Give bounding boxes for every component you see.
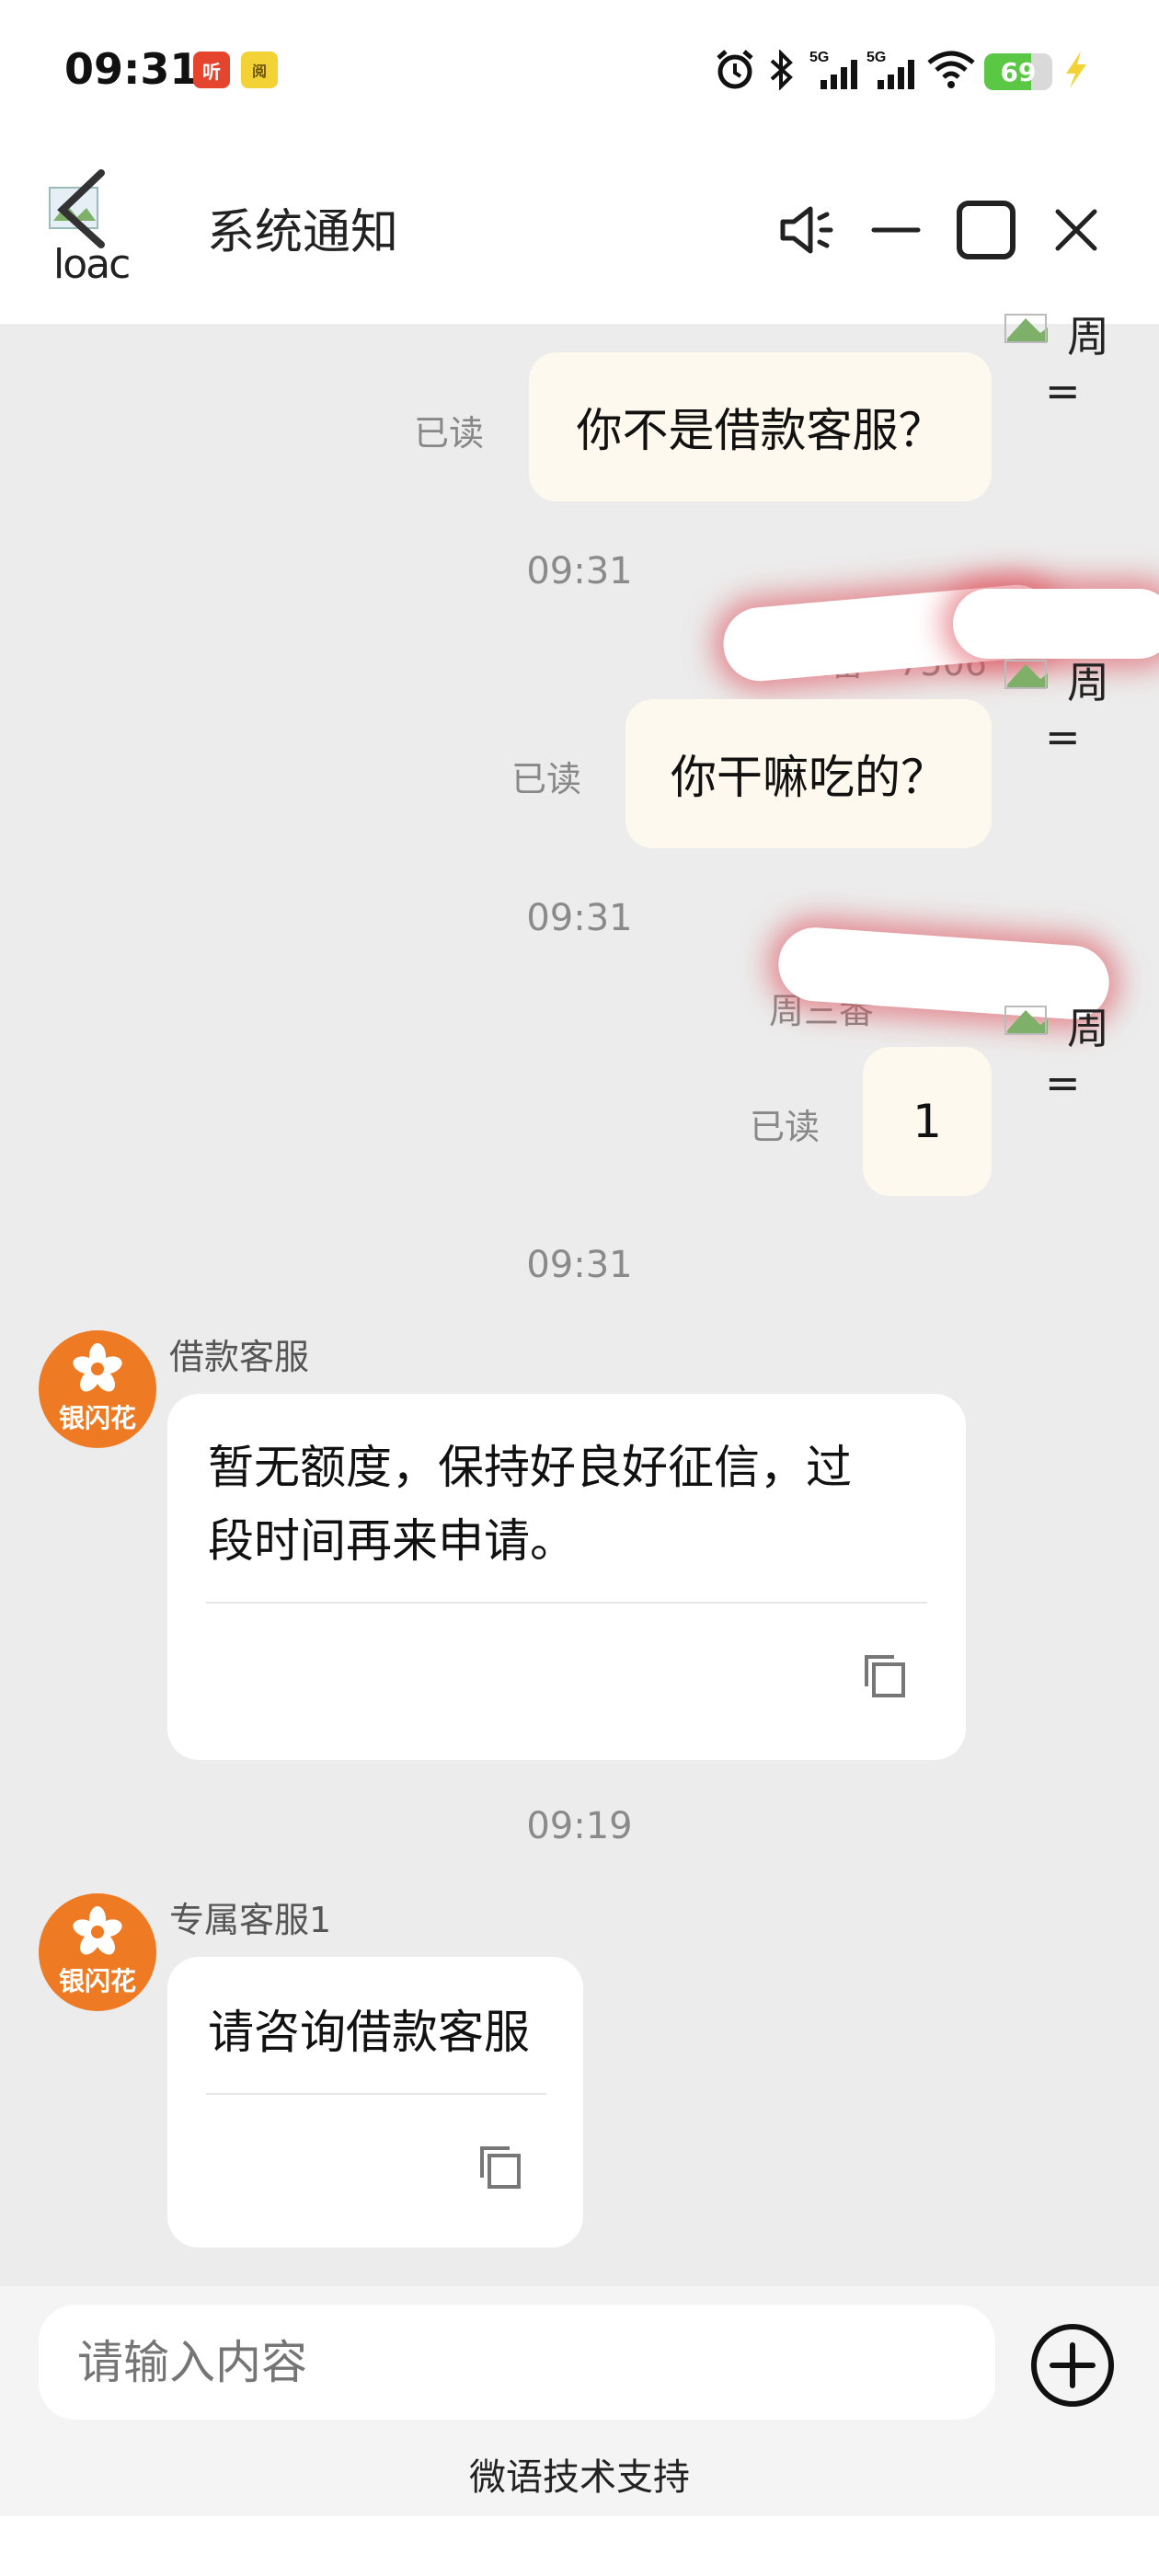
message-timestamp: 09:31	[526, 1244, 633, 1286]
side-avatar-broken-1	[998, 302, 1053, 348]
side-eq-2: =	[1045, 712, 1081, 762]
copy-icon	[480, 2146, 521, 2189]
svg-text:5G: 5G	[809, 50, 829, 65]
incoming-message-bubble[interactable]: 暂无额度，保持好良好征信，过 段时间再来申请。	[167, 1394, 966, 1760]
outgoing-message-bubble[interactable]: 你不是借款客服？	[529, 352, 992, 501]
tech-support-footer: 微语技术支持	[469, 2456, 690, 2499]
side-name-1: 周	[1067, 312, 1109, 362]
signal-5g-icon-2: 5G	[865, 46, 918, 94]
message-text: 暂无额度，保持好良好征信，过	[208, 1441, 852, 1494]
copy-button[interactable]	[859, 1650, 911, 1701]
side-name-3: 周	[1067, 1004, 1109, 1053]
side-eq-3: =	[1045, 1058, 1081, 1108]
maximize-button[interactable]	[949, 193, 1023, 267]
minimize-icon	[871, 227, 921, 233]
divider	[206, 2093, 546, 2095]
message-timestamp: 09:31	[526, 897, 633, 939]
side-avatar-broken-3	[998, 994, 1053, 1040]
copy-button[interactable]	[475, 2141, 526, 2192]
back-alt-text: loac	[53, 241, 131, 288]
read-status: 已读	[414, 413, 485, 454]
message-timestamp: 09:19	[526, 1805, 633, 1847]
speaker-icon	[780, 206, 833, 254]
maximize-icon	[957, 201, 1016, 259]
signal-5g-icon-1: 5G	[808, 46, 861, 94]
wifi-icon	[924, 46, 978, 94]
minimize-button[interactable]	[859, 193, 933, 267]
sender-name: 专属客服1	[169, 1900, 332, 1940]
alarm-icon	[710, 46, 760, 94]
avatar-label: 银闪花	[58, 1403, 136, 1433]
add-attachment-button[interactable]	[1028, 2321, 1117, 2409]
message-text: 段时间再来申请。	[208, 1514, 576, 1568]
reader-app-icon: 阅	[241, 52, 278, 88]
close-icon	[1055, 209, 1097, 251]
avatar[interactable]: 银闪花	[39, 1893, 156, 2011]
divider	[206, 1602, 927, 1604]
avatar[interactable]: 银闪花	[39, 1330, 156, 1448]
battery-indicator: 69	[984, 53, 1052, 90]
message-input[interactable]	[39, 2305, 995, 2420]
speaker-button[interactable]	[771, 193, 844, 267]
page-title: 系统通知	[207, 205, 399, 260]
sender-name: 借款客服	[169, 1337, 310, 1377]
bluetooth-icon	[763, 46, 800, 94]
side-name-2: 周	[1067, 658, 1109, 707]
outgoing-message-bubble[interactable]: 1	[863, 1047, 992, 1196]
read-status: 已读	[750, 1107, 820, 1147]
message-timestamp: 09:31	[526, 550, 633, 592]
redaction-scribble	[953, 589, 1159, 659]
status-time: 09:31	[64, 44, 200, 94]
svg-text:5G: 5G	[866, 50, 886, 65]
charging-icon	[1058, 46, 1095, 94]
side-eq-1: =	[1045, 366, 1081, 416]
read-status: 已读	[511, 759, 582, 799]
incoming-message-bubble[interactable]: 请咨询借款客服	[167, 1957, 583, 2248]
plus-circle-icon	[1031, 2324, 1114, 2407]
bottom-safe-area	[0, 2516, 1159, 2576]
avatar-label: 银闪花	[58, 1966, 136, 1996]
side-avatar-broken-2	[998, 648, 1053, 694]
battery-percent: 69	[1000, 56, 1037, 87]
message-text: 请咨询借款客服	[208, 2006, 530, 2059]
close-button[interactable]	[1039, 193, 1113, 267]
copy-icon	[865, 1655, 905, 1697]
outgoing-message-bubble[interactable]: 你干嘛吃的？	[625, 699, 992, 848]
listen-app-icon: 听	[193, 52, 230, 88]
